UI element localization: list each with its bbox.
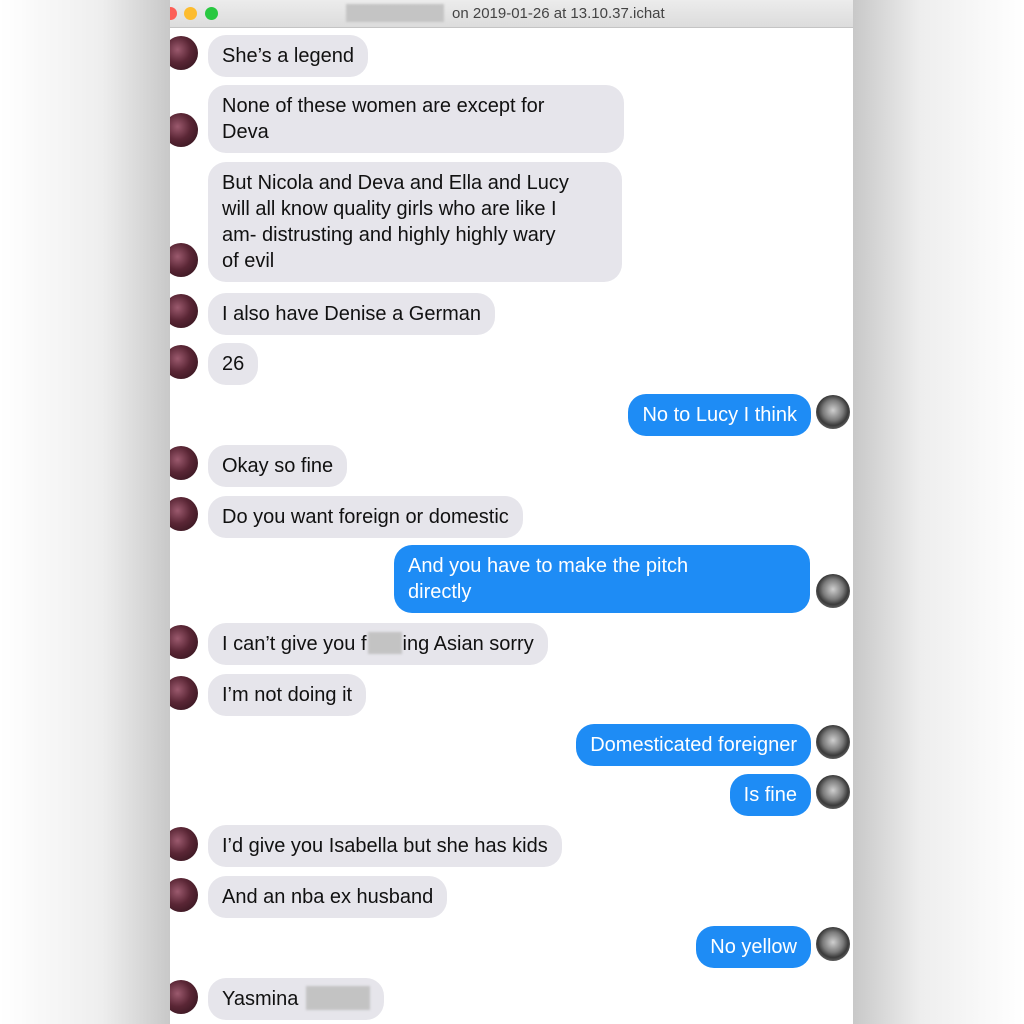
redacted-contact-name bbox=[346, 4, 444, 22]
incoming-message: I’m not doing it bbox=[208, 674, 367, 716]
outgoing-message: And you have to make the pitch directly bbox=[394, 545, 810, 613]
contact-avatar bbox=[170, 676, 198, 710]
background-right bbox=[853, 0, 1024, 1024]
message-text-start: I can’t give you f bbox=[222, 633, 367, 655]
title-bar: on 2019-01-26 at 13.10.37.ichat bbox=[170, 0, 853, 28]
background-left bbox=[0, 0, 170, 1024]
contact-avatar bbox=[170, 345, 198, 379]
minimize-window-button[interactable] bbox=[184, 7, 197, 20]
incoming-message: And an nba ex husband bbox=[208, 876, 448, 918]
contact-avatar bbox=[170, 497, 198, 531]
user-avatar bbox=[816, 395, 850, 429]
user-avatar bbox=[816, 574, 850, 608]
outgoing-message: Is fine bbox=[729, 774, 811, 816]
message-text: Yasmina bbox=[222, 988, 299, 1010]
window-title: on 2019-01-26 at 13.10.37.ichat bbox=[452, 5, 665, 22]
incoming-message: Do you want foreign or domestic bbox=[208, 496, 523, 538]
redacted-surname bbox=[306, 986, 371, 1010]
redacted-word bbox=[367, 632, 402, 654]
incoming-message: Okay so fine bbox=[208, 445, 348, 487]
contact-avatar bbox=[170, 113, 198, 147]
user-avatar bbox=[816, 775, 850, 809]
message-text-end: ing Asian sorry bbox=[402, 633, 534, 655]
contact-avatar bbox=[170, 36, 198, 70]
contact-avatar bbox=[170, 243, 198, 277]
incoming-message: 26 bbox=[208, 343, 259, 385]
incoming-message: She’s a legend bbox=[208, 35, 368, 77]
contact-avatar bbox=[170, 625, 198, 659]
chat-window: on 2019-01-26 at 13.10.37.ichat She’s a … bbox=[170, 0, 853, 1024]
contact-avatar bbox=[170, 294, 198, 328]
incoming-message: None of these women are except for Deva bbox=[208, 85, 624, 153]
incoming-message: I can’t give you f ing Asian sorry bbox=[208, 623, 548, 665]
contact-avatar bbox=[170, 878, 198, 912]
outgoing-message: Domesticated foreigner bbox=[576, 724, 811, 766]
contact-avatar bbox=[170, 446, 198, 480]
maximize-window-button[interactable] bbox=[205, 7, 218, 20]
close-window-button[interactable] bbox=[170, 7, 177, 20]
incoming-message: Yasmina bbox=[208, 978, 385, 1020]
outgoing-message: No yellow bbox=[696, 926, 811, 968]
incoming-message: I also have Denise a German bbox=[208, 293, 496, 335]
user-avatar bbox=[816, 927, 850, 961]
incoming-message: But Nicola and Deva and Ella and Lucy wi… bbox=[208, 162, 622, 282]
contact-avatar bbox=[170, 827, 198, 861]
outgoing-message: No to Lucy I think bbox=[628, 394, 811, 436]
user-avatar bbox=[816, 725, 850, 759]
incoming-message: I’d give you Isabella but she has kids bbox=[208, 825, 562, 867]
contact-avatar bbox=[170, 980, 198, 1014]
